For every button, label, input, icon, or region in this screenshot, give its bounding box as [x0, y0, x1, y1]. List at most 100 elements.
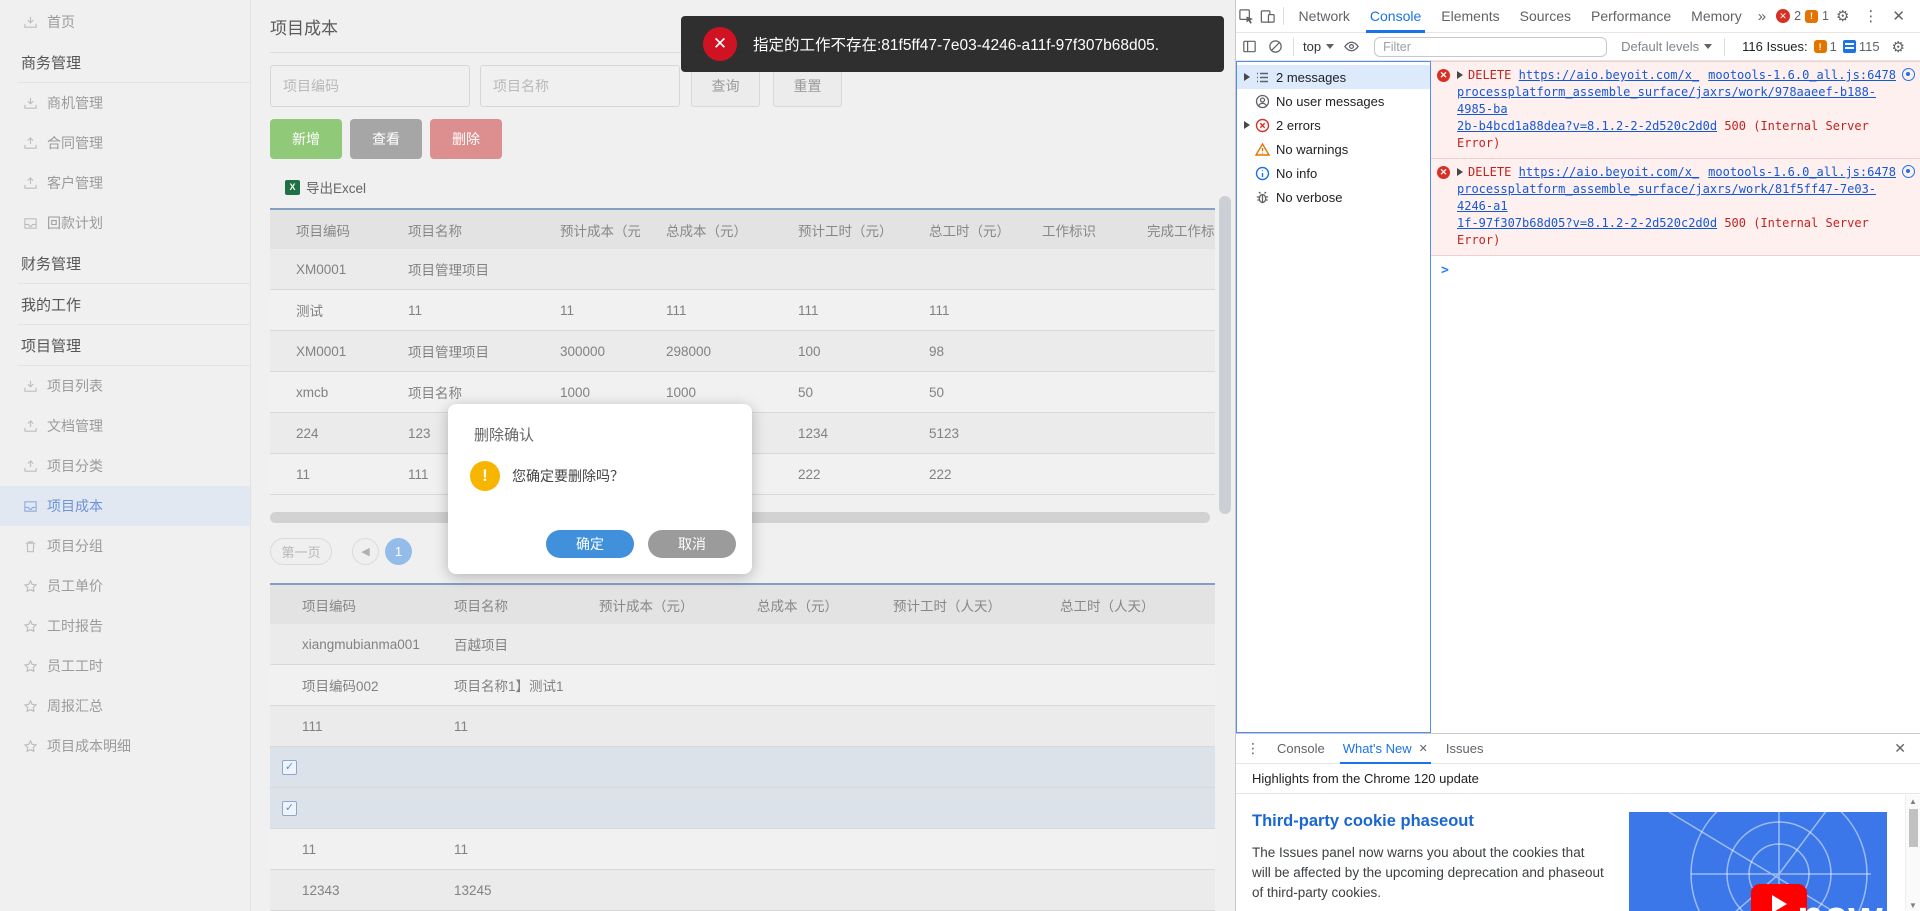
- devtools-tabbar: Network Console Elements Sources Perform…: [1236, 0, 1920, 33]
- clear-console-icon[interactable]: [1262, 38, 1288, 55]
- warning-count-badge[interactable]: ! 1: [1805, 9, 1829, 23]
- sidebar-item-documents[interactable]: 文档管理: [0, 406, 250, 446]
- sidebar-section-mywork[interactable]: 我的工作: [0, 284, 250, 325]
- source-link[interactable]: mootools-1.6.0_all.js:6478: [1708, 67, 1896, 84]
- scroll-down-icon[interactable]: ▼: [1909, 901, 1917, 910]
- tab-performance[interactable]: Performance: [1581, 0, 1681, 33]
- table-row[interactable]: xiangmubianma001 百越项目: [270, 624, 1215, 665]
- console-prompt-icon[interactable]: >: [1431, 256, 1920, 279]
- delete-button[interactable]: 删除: [430, 119, 502, 159]
- project-code-input[interactable]: [270, 65, 470, 107]
- video-thumbnail[interactable]: new: [1629, 812, 1887, 911]
- sidebar-item-timesheet-report[interactable]: 工时报告: [0, 606, 250, 646]
- console-filter-input[interactable]: [1374, 36, 1608, 57]
- project-name-input[interactable]: [480, 65, 680, 107]
- sidebar-item-project-category[interactable]: 项目分类: [0, 446, 250, 486]
- dialog-title: 删除确认: [474, 427, 535, 444]
- table-row[interactable]: 项目编码002 项目名称1】测试1: [270, 665, 1215, 706]
- sidebar-item-weekly-summary[interactable]: 周报汇总: [0, 686, 250, 726]
- view-button[interactable]: 查看: [350, 119, 422, 159]
- tab-sources[interactable]: Sources: [1510, 0, 1581, 33]
- first-page-button[interactable]: 第一页: [270, 538, 332, 565]
- dock-sidebar-icon[interactable]: [1236, 38, 1262, 55]
- console-error-entry[interactable]: ✕ mootools-1.6.0_all.js:6478 DELETE http…: [1431, 159, 1920, 256]
- scroll-up-icon[interactable]: ▲: [1909, 797, 1917, 806]
- log-levels-selector[interactable]: Default levels: [1621, 39, 1713, 54]
- table-row[interactable]: 测试 11 11 111 111 111: [270, 290, 1215, 331]
- table-row-selected[interactable]: ✓: [270, 788, 1215, 829]
- tab-elements[interactable]: Elements: [1431, 0, 1509, 33]
- scrollbar-thumb[interactable]: [1909, 809, 1918, 847]
- settings-gear-icon[interactable]: ⚙: [1829, 7, 1856, 25]
- request-blocking-icon[interactable]: [1902, 165, 1915, 178]
- filter-errors[interactable]: 2 errors: [1237, 113, 1430, 137]
- kebab-menu-icon[interactable]: ⋮: [1236, 740, 1268, 757]
- cancel-button[interactable]: 取消: [648, 530, 736, 558]
- console-error-entry[interactable]: ✕ mootools-1.6.0_all.js:6478 DELETE http…: [1431, 61, 1920, 159]
- issues-counter[interactable]: 116 Issues: ! 1 115: [1742, 39, 1880, 54]
- sidebar-item-contract[interactable]: 合同管理: [0, 123, 250, 163]
- sidebar-section-finance[interactable]: 财务管理: [0, 243, 250, 284]
- confirm-button[interactable]: 确定: [546, 530, 634, 558]
- table-row[interactable]: 111 11: [270, 706, 1215, 747]
- close-devtools-icon[interactable]: ✕: [1885, 7, 1912, 25]
- sidebar-item-repayment[interactable]: 回款计划: [0, 203, 250, 243]
- filter-user-messages[interactable]: No user messages: [1237, 89, 1430, 113]
- drawer-tab-console[interactable]: Console: [1268, 734, 1334, 764]
- request-blocking-icon[interactable]: [1902, 68, 1915, 81]
- scrollbar-thumb[interactable]: [1219, 196, 1231, 514]
- more-tabs-icon[interactable]: »: [1752, 8, 1772, 25]
- request-url-link[interactable]: https://aio.beyoit.com/x_: [1519, 165, 1700, 179]
- page-vertical-scrollbar[interactable]: [1215, 0, 1235, 911]
- sidebar-section-project[interactable]: 项目管理: [0, 325, 250, 366]
- export-excel-link[interactable]: X 导出Excel: [285, 177, 1215, 197]
- table-row-selected[interactable]: ✓: [270, 747, 1215, 788]
- inspect-element-icon[interactable]: [1236, 8, 1257, 25]
- close-tab-icon[interactable]: ✕: [1419, 742, 1428, 755]
- table-row[interactable]: XM0001 项目管理项目: [270, 249, 1215, 290]
- tab-memory[interactable]: Memory: [1681, 0, 1752, 33]
- sidebar-item-customer[interactable]: 客户管理: [0, 163, 250, 203]
- sidebar-item-employee-price[interactable]: 员工单价: [0, 566, 250, 606]
- current-page-badge[interactable]: 1: [385, 538, 412, 565]
- console-settings-gear-icon[interactable]: ⚙: [1885, 38, 1912, 56]
- tab-console[interactable]: Console: [1360, 0, 1431, 33]
- table-row[interactable]: XM0001 项目管理项目 300000 298000 100 98: [270, 331, 1215, 372]
- table-row[interactable]: 12343 13245: [270, 870, 1215, 911]
- sidebar-item-employee-hours[interactable]: 员工工时: [0, 646, 250, 686]
- expander-icon[interactable]: [1241, 73, 1253, 81]
- sidebar-section-business[interactable]: 商务管理: [0, 42, 250, 83]
- error-count-badge[interactable]: ✕ 2: [1776, 9, 1801, 23]
- drawer-tab-whats-new[interactable]: What's New ✕: [1334, 734, 1437, 764]
- add-button[interactable]: 新增: [270, 119, 342, 159]
- sidebar-item-home[interactable]: 首页: [0, 2, 250, 42]
- device-toolbar-icon[interactable]: [1257, 8, 1278, 25]
- filter-warnings[interactable]: No warnings: [1237, 137, 1430, 161]
- context-selector[interactable]: top: [1299, 39, 1338, 54]
- table-row[interactable]: 11 11: [270, 829, 1215, 870]
- sidebar-item-project-cost-detail[interactable]: 项目成本明细: [0, 726, 250, 766]
- error-icon: ✕: [1437, 69, 1450, 82]
- live-expression-eye-icon[interactable]: [1338, 38, 1364, 55]
- filter-all-messages[interactable]: 2 messages: [1237, 65, 1430, 89]
- request-url-link[interactable]: https://aio.beyoit.com/x_: [1519, 68, 1700, 82]
- filter-info[interactable]: No info: [1237, 161, 1430, 185]
- prev-page-button[interactable]: ◀: [352, 538, 379, 565]
- whats-new-subtitle: Highlights from the Chrome 120 update: [1236, 764, 1920, 794]
- filter-verbose[interactable]: No verbose: [1237, 185, 1430, 209]
- kebab-menu-icon[interactable]: ⋮: [1856, 7, 1885, 25]
- row-checkbox[interactable]: ✓: [282, 801, 297, 816]
- expander-icon[interactable]: [1457, 168, 1463, 176]
- close-drawer-icon[interactable]: ✕: [1894, 740, 1920, 757]
- sidebar-item-project-list[interactable]: 项目列表: [0, 366, 250, 406]
- tab-network[interactable]: Network: [1289, 0, 1360, 33]
- drawer-tab-issues[interactable]: Issues: [1437, 734, 1493, 764]
- expander-icon[interactable]: [1241, 121, 1253, 129]
- drawer-scrollbar[interactable]: ▲ ▼: [1905, 795, 1920, 911]
- row-checkbox[interactable]: ✓: [282, 760, 297, 775]
- expander-icon[interactable]: [1457, 71, 1463, 79]
- source-link[interactable]: mootools-1.6.0_all.js:6478: [1708, 164, 1896, 181]
- sidebar-item-project-group[interactable]: 项目分组: [0, 526, 250, 566]
- sidebar-item-opportunity[interactable]: 商机管理: [0, 83, 250, 123]
- sidebar-item-project-cost[interactable]: 项目成本: [0, 486, 250, 526]
